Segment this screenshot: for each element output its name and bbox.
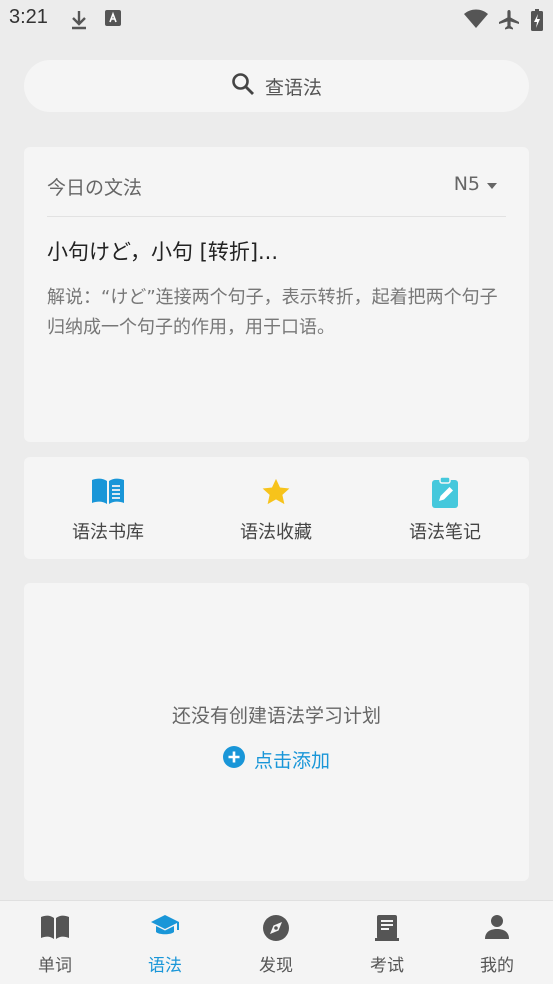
tab-label: 单词 <box>38 956 72 976</box>
shortcut-label: 语法笔记 <box>409 522 481 543</box>
grammar-title[interactable]: 小句けど，小句 [转折]... <box>47 236 278 266</box>
add-plan-label: 点击添加 <box>253 750 330 772</box>
search-bar[interactable]: 查语法 <box>24 60 529 112</box>
battery-icon <box>531 9 543 35</box>
wifi-icon <box>464 9 488 33</box>
status-bar: 3:21 <box>0 0 553 40</box>
shortcut-label: 语法收藏 <box>240 522 312 543</box>
star-icon <box>192 477 360 509</box>
note-icon <box>361 477 529 509</box>
compass-icon <box>221 914 331 944</box>
book-icon <box>24 477 192 509</box>
plan-empty-text: 还没有创建语法学习计划 <box>171 705 381 727</box>
bottom-tab-bar: 单词 语法 发现 考试 我的 <box>0 900 553 984</box>
daily-grammar-title: 今日の文法 <box>47 177 143 199</box>
grammar-notes-button[interactable]: 语法笔记 <box>361 457 529 559</box>
search-placeholder: 查语法 <box>264 76 322 99</box>
dropdown-arrow-icon <box>480 173 498 195</box>
tab-label: 考试 <box>370 956 404 976</box>
book-icon <box>0 914 110 944</box>
tab-words[interactable]: 单词 <box>0 901 110 984</box>
graduation-cap-icon <box>110 914 220 944</box>
shortcut-card: 语法书库 语法收藏 语法笔记 <box>24 457 529 559</box>
tab-label: 我的 <box>480 956 514 976</box>
airplane-icon <box>498 9 520 35</box>
person-icon <box>442 914 552 944</box>
divider <box>47 216 506 217</box>
add-plan-button[interactable]: 点击添加 <box>24 746 529 773</box>
exam-icon <box>332 914 442 944</box>
tab-exam[interactable]: 考试 <box>332 901 442 984</box>
tab-label: 发现 <box>259 956 293 976</box>
grammar-library-button[interactable]: 语法书库 <box>24 457 192 559</box>
grammar-description: 解说：“けど”连接两个句子，表示转折，起着把两个句子归纳成一个句子的作用，用于口… <box>47 287 498 338</box>
level-value: N5 <box>453 173 480 195</box>
shortcut-label: 语法书库 <box>72 522 144 543</box>
search-icon <box>231 72 265 100</box>
add-circle-icon <box>222 746 254 773</box>
daily-grammar-card[interactable]: 今日の文法 N5 小句けど，小句 [转折]... 解说：“けど”连接两个句子，表… <box>24 147 529 442</box>
tab-discover[interactable]: 发现 <box>221 901 331 984</box>
tab-label: 语法 <box>148 956 182 976</box>
study-plan-card: 还没有创建语法学习计划 点击添加 <box>24 583 529 881</box>
keyboard-icon <box>104 9 122 31</box>
download-icon <box>70 9 88 35</box>
level-select[interactable]: N5 <box>454 173 498 195</box>
tab-grammar[interactable]: 语法 <box>110 901 220 984</box>
status-time: 3:21 <box>9 6 48 28</box>
tab-me[interactable]: 我的 <box>442 901 552 984</box>
grammar-favorites-button[interactable]: 语法收藏 <box>192 457 360 559</box>
